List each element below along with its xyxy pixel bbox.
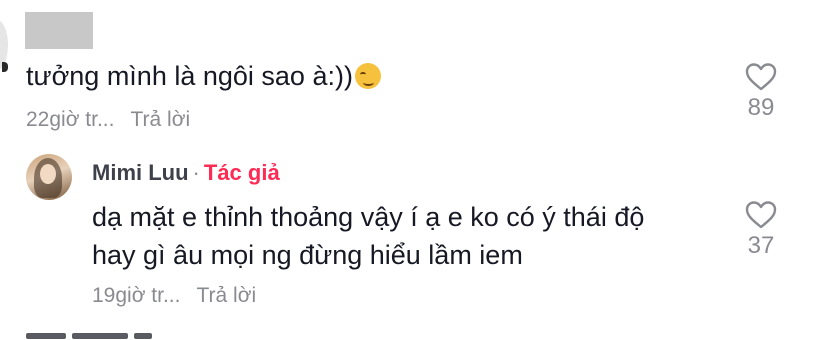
like-button[interactable]: 37 <box>731 200 791 260</box>
like-count: 89 <box>747 94 775 121</box>
avatar-face <box>40 164 56 184</box>
redacted-username <box>25 12 93 49</box>
like-button[interactable]: 89 <box>731 62 791 122</box>
smirk-emoji-icon <box>354 63 381 89</box>
reply-time: 19giờ tr... <box>92 284 181 307</box>
comment-time: 22giờ tr... <box>26 108 115 131</box>
author-avatar[interactable] <box>26 154 72 200</box>
comment-text: tưởng mình là ngôi sao à:)) <box>26 58 381 94</box>
reply-text-line-2: hay gì âu mọi ng đừng hiểu lầm iem <box>92 240 523 270</box>
next-comment-peek <box>26 326 176 340</box>
comment-text-body: tưởng mình là ngôi sao à:)) <box>26 61 353 91</box>
reply-text-line-1: dạ mặt e thỉnh thoảng vậy í ạ e ko có ý … <box>92 202 645 232</box>
author-line: Mimi Luu · Tác giả <box>92 160 280 186</box>
author-separator: · <box>192 160 200 185</box>
avatar-edge-mark <box>2 62 8 72</box>
author-badge: Tác giả <box>203 160 280 185</box>
reply-button[interactable]: Trả lời <box>196 284 256 307</box>
reply-meta: 19giờ tr... Trả lời <box>92 284 256 308</box>
author-name[interactable]: Mimi Luu <box>92 160 189 185</box>
reply-button[interactable]: Trả lời <box>130 108 190 131</box>
like-count: 37 <box>747 232 775 259</box>
heart-outline-icon[interactable] <box>745 62 777 92</box>
reply-text: dạ mặt e thỉnh thoảng vậy í ạ e ko có ý … <box>92 198 644 274</box>
comment-meta: 22giờ tr... Trả lời <box>26 108 190 132</box>
heart-outline-icon[interactable] <box>745 200 777 230</box>
